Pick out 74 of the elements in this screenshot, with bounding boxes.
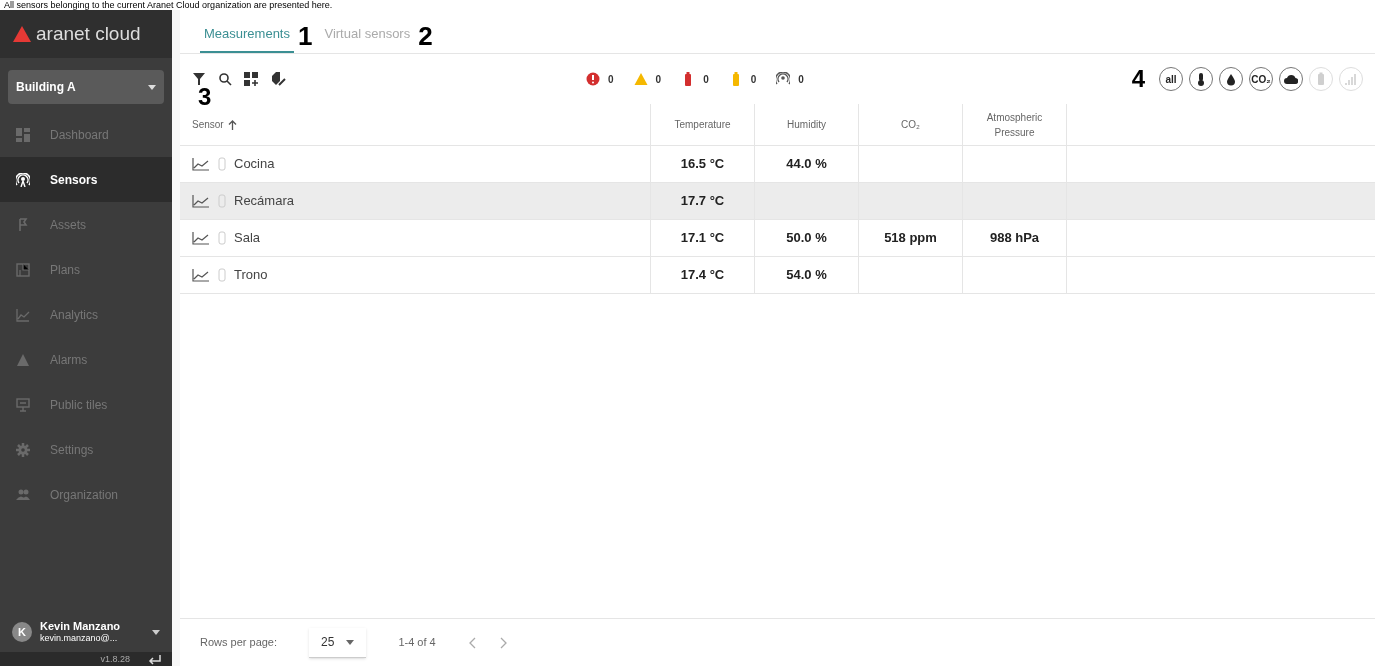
tag-edit-icon[interactable] xyxy=(270,71,286,87)
table-cell-text: 17.1 °C xyxy=(680,229,725,248)
callout-number: 3 xyxy=(198,85,212,109)
tab[interactable]: Measurements xyxy=(200,23,294,53)
flag-icon xyxy=(16,217,30,232)
table-cell-text: 17.4 °C xyxy=(680,266,725,285)
signal-bars-icon xyxy=(1344,72,1358,86)
table-cell-text: 17.7 °C xyxy=(680,192,725,211)
count-text: 0 xyxy=(750,72,757,87)
callout-number: 2 xyxy=(418,23,433,53)
filter-icon[interactable] xyxy=(192,72,206,86)
settings-icon xyxy=(16,442,30,457)
chart-icon[interactable] xyxy=(192,157,210,171)
table-cell-text: Cocina xyxy=(234,155,275,174)
battery-icon xyxy=(218,268,226,282)
monitor-icon xyxy=(16,397,30,412)
user-menu[interactable]: K Kevin Manzano kevin.manzano@... xyxy=(0,612,172,652)
column-header[interactable]: Atmospheric Pressure xyxy=(971,109,1058,140)
page-range-text: 1-4 of 4 xyxy=(398,635,436,651)
table-cell-text: 54.0 % xyxy=(786,266,827,285)
chart-icon[interactable] xyxy=(192,268,210,282)
table-cell-text: Trono xyxy=(234,266,268,285)
table-cell-text: 44.0 % xyxy=(786,155,827,174)
logo-icon xyxy=(12,25,32,43)
warning-icon xyxy=(16,352,30,367)
column-header[interactable]: CO₂ xyxy=(901,117,920,132)
count-text: 0 xyxy=(798,72,804,87)
grid-add-icon[interactable] xyxy=(244,72,258,86)
people-icon xyxy=(16,487,30,502)
caret-icon xyxy=(346,639,355,645)
count-text: 0 xyxy=(655,72,662,87)
table-row[interactable]: Trono 17.4 °C 54.0 % xyxy=(180,257,1375,294)
logout-icon[interactable] xyxy=(146,653,164,665)
table-cell-text: 50.0 % xyxy=(786,229,827,248)
chart-icon[interactable] xyxy=(192,231,210,245)
table-row[interactable]: Cocina 16.5 °C 44.0 % xyxy=(180,146,1375,183)
callout-number: 4 xyxy=(1131,67,1145,91)
user-avatar: K xyxy=(12,622,32,642)
table-cell-text: 988 hPa xyxy=(989,229,1040,248)
battery-icon xyxy=(218,231,226,245)
battery-icon xyxy=(218,194,226,208)
column-header[interactable]: Humidity xyxy=(787,117,826,132)
drop-icon xyxy=(1224,72,1238,86)
caption-text: All sensors belonging to the current Aranet Cloud organization are presented here. xyxy=(3,0,333,10)
user-email: kevin.manzano@... xyxy=(40,633,119,645)
caret-icon xyxy=(148,84,156,90)
sort-arrow-icon xyxy=(227,119,237,130)
rows-per-page-label: Rows per page: xyxy=(200,635,278,651)
rows-per-page-select[interactable]: 25 xyxy=(309,627,367,658)
count-text: 0 xyxy=(608,72,614,87)
signal-tower-icon xyxy=(16,172,30,187)
search-icon[interactable] xyxy=(218,72,232,86)
caret-icon xyxy=(152,629,160,635)
battery-icon xyxy=(218,157,226,171)
table-cell-text: 16.5 °C xyxy=(680,155,725,174)
floor-plan-icon xyxy=(16,262,30,277)
column-header[interactable]: Sensor xyxy=(192,117,224,132)
chart-icon xyxy=(16,307,30,322)
count-text: 0 xyxy=(703,72,709,87)
dashboard-icon xyxy=(16,127,30,142)
table-cell-text: Recámara xyxy=(234,192,294,211)
building-dropdown[interactable]: Building A xyxy=(8,70,164,104)
table-cell-text: 518 ppm xyxy=(884,229,937,248)
table-row[interactable]: Recámara 17.7 °C xyxy=(180,183,1375,220)
user-name: Kevin Manzano xyxy=(40,619,121,634)
sidebar-item[interactable]: Sensors xyxy=(0,157,172,202)
version-text: v1.8.28 xyxy=(100,654,130,664)
callout-number: 1 xyxy=(298,23,313,53)
table-row[interactable]: Sala 17.1 °C 50.0 % 518 ppm 988 hPa xyxy=(180,220,1375,257)
chart-icon[interactable] xyxy=(192,194,210,208)
logo-text: aranet cloud xyxy=(36,21,141,46)
column-header[interactable]: Temperature xyxy=(674,117,731,132)
cloud-icon xyxy=(1284,72,1298,86)
table-cell-text: Sala xyxy=(234,229,261,248)
